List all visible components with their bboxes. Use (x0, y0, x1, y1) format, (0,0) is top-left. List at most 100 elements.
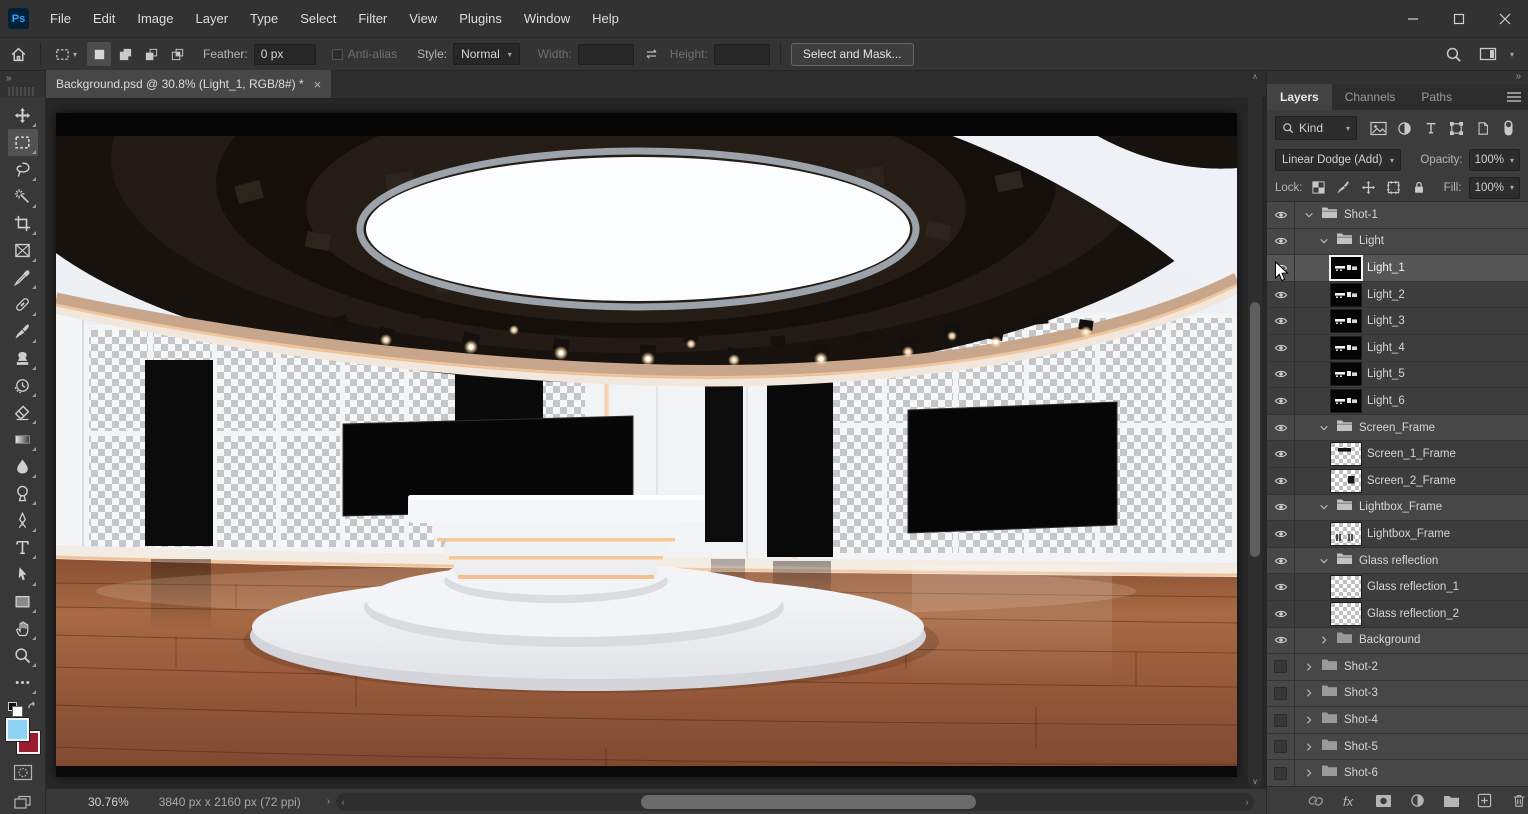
layer-row-light[interactable]: Light (1267, 229, 1528, 256)
layer-effects-icon[interactable]: fx (1341, 791, 1360, 811)
crop-tool[interactable] (8, 210, 38, 237)
visibility-toggle[interactable] (1267, 707, 1295, 733)
feather-input[interactable]: 0 px (254, 44, 316, 65)
default-colors-icon[interactable] (8, 702, 17, 711)
visibility-toggle[interactable] (1267, 601, 1295, 627)
delete-layer-icon[interactable] (1509, 791, 1528, 811)
visibility-toggle[interactable] (1267, 415, 1295, 441)
document-tab[interactable]: Background.psd @ 30.8% (Light_1, RGB/8#)… (46, 70, 331, 98)
visibility-toggle[interactable] (1267, 362, 1295, 388)
expand-group-icon[interactable] (1303, 715, 1315, 725)
scroll-up-icon[interactable]: ∧ (1248, 71, 1262, 83)
menu-item-file[interactable]: File (39, 0, 82, 37)
scroll-right-icon[interactable]: › (1240, 793, 1254, 811)
opacity-input[interactable]: 100% ▾ (1469, 149, 1520, 171)
style-select[interactable]: Normal ▾ (453, 43, 520, 65)
dodge-tool[interactable] (8, 480, 38, 507)
visibility-toggle[interactable] (1267, 468, 1295, 494)
quick-mask-icon[interactable] (8, 760, 38, 784)
menu-item-edit[interactable]: Edit (82, 0, 126, 37)
visibility-toggle[interactable] (1267, 335, 1295, 361)
layer-row-background[interactable]: Background (1267, 628, 1528, 655)
anti-alias-checkbox[interactable] (332, 49, 343, 60)
expand-group-icon[interactable] (1303, 742, 1315, 752)
collapse-group-icon[interactable] (1303, 210, 1315, 220)
fill-input[interactable]: 100% ▾ (1469, 177, 1520, 199)
visibility-toggle[interactable] (1267, 734, 1295, 760)
layer-row-screen-frame[interactable]: Screen_Frame (1267, 415, 1528, 442)
pen-tool[interactable] (8, 507, 38, 534)
height-input[interactable] (714, 44, 770, 65)
layer-thumbnail[interactable] (1331, 443, 1361, 465)
layer-row-screen-1-frame[interactable]: Screen_1_Frame (1267, 441, 1528, 468)
type-tool[interactable] (8, 534, 38, 561)
menu-item-layer[interactable]: Layer (185, 0, 240, 37)
layer-row-glass-reflection[interactable]: Glass reflection (1267, 548, 1528, 575)
search-icon[interactable] (1442, 42, 1466, 66)
lock-pixels-icon[interactable] (1335, 179, 1353, 197)
filter-shape-layers-icon[interactable] (1445, 117, 1468, 140)
eraser-tool[interactable] (8, 399, 38, 426)
layer-row-light-5[interactable]: Light_5 (1267, 362, 1528, 389)
menu-item-help[interactable]: Help (581, 0, 630, 37)
filter-type-layers-icon[interactable] (1419, 117, 1442, 140)
frame-tool[interactable] (8, 237, 38, 264)
menu-item-view[interactable]: View (398, 0, 448, 37)
layer-row-shot-6[interactable]: Shot-6 (1267, 760, 1528, 786)
collapse-panel-icon[interactable]: » (6, 73, 11, 84)
visibility-toggle[interactable] (1267, 388, 1295, 414)
visibility-toggle[interactable] (1267, 495, 1295, 521)
close-button[interactable] (1482, 0, 1528, 37)
swap-dimensions-icon[interactable] (640, 42, 664, 66)
visibility-toggle[interactable] (1267, 521, 1295, 547)
layer-row-shot-1[interactable]: Shot-1 (1267, 202, 1528, 229)
layer-thumbnail[interactable] (1331, 576, 1361, 598)
swap-colors-icon[interactable] (26, 700, 39, 718)
scroll-left-icon[interactable]: ‹ (336, 793, 350, 811)
visibility-toggle[interactable] (1267, 202, 1295, 228)
minimize-button[interactable] (1390, 0, 1436, 37)
visibility-toggle[interactable] (1267, 654, 1295, 680)
layer-thumbnail[interactable] (1331, 470, 1361, 492)
edit-toolbar[interactable] (8, 669, 38, 696)
layer-row-lightbox-frame[interactable]: Lightbox_Frame (1267, 521, 1528, 548)
lock-artboard-icon[interactable] (1385, 179, 1403, 197)
filter-pixel-layers-icon[interactable] (1367, 117, 1390, 140)
menu-item-type[interactable]: Type (239, 0, 289, 37)
visibility-toggle[interactable] (1267, 681, 1295, 707)
layer-thumbnail[interactable] (1331, 363, 1361, 385)
layer-row-light-6[interactable]: Light_6 (1267, 388, 1528, 415)
new-adjustment-layer-icon[interactable] (1408, 791, 1427, 811)
layer-row-light-1[interactable]: Light_1 (1267, 255, 1528, 282)
foreground-color-swatch[interactable] (6, 718, 29, 741)
tab-channels[interactable]: Channels (1332, 84, 1409, 110)
move-tool[interactable] (8, 102, 38, 129)
lock-position-icon[interactable] (1360, 179, 1378, 197)
filter-toggle-icon[interactable] (1497, 117, 1520, 140)
collapse-group-icon[interactable] (1318, 236, 1330, 246)
maximize-button[interactable] (1436, 0, 1482, 37)
filter-adjustment-layers-icon[interactable] (1393, 117, 1416, 140)
rectangle-tool[interactable] (8, 588, 38, 615)
new-selection-icon[interactable] (87, 42, 111, 66)
layer-thumbnail[interactable] (1331, 390, 1361, 412)
expand-group-icon[interactable] (1303, 688, 1315, 698)
screen-mode-icon[interactable] (8, 790, 38, 814)
horizontal-scrollbar[interactable]: ‹ › (336, 793, 1254, 811)
new-layer-icon[interactable] (1476, 791, 1495, 811)
tab-close-icon[interactable]: × (314, 77, 322, 92)
layer-row-shot-2[interactable]: Shot-2 (1267, 654, 1528, 681)
add-layer-mask-icon[interactable] (1374, 791, 1393, 811)
layer-thumbnail[interactable] (1331, 337, 1361, 359)
subtract-from-selection-icon[interactable] (139, 42, 163, 66)
zoom-tool[interactable] (8, 642, 38, 669)
menu-item-window[interactable]: Window (513, 0, 581, 37)
visibility-toggle[interactable] (1267, 760, 1295, 786)
layer-row-glass-reflection-2[interactable]: Glass reflection_2 (1267, 601, 1528, 628)
visibility-toggle[interactable] (1267, 255, 1295, 281)
layer-row-light-4[interactable]: Light_4 (1267, 335, 1528, 362)
menu-item-image[interactable]: Image (126, 0, 184, 37)
lock-transparency-icon[interactable] (1310, 179, 1328, 197)
intersect-selection-icon[interactable] (165, 42, 189, 66)
tab-layers[interactable]: Layers (1267, 84, 1332, 110)
